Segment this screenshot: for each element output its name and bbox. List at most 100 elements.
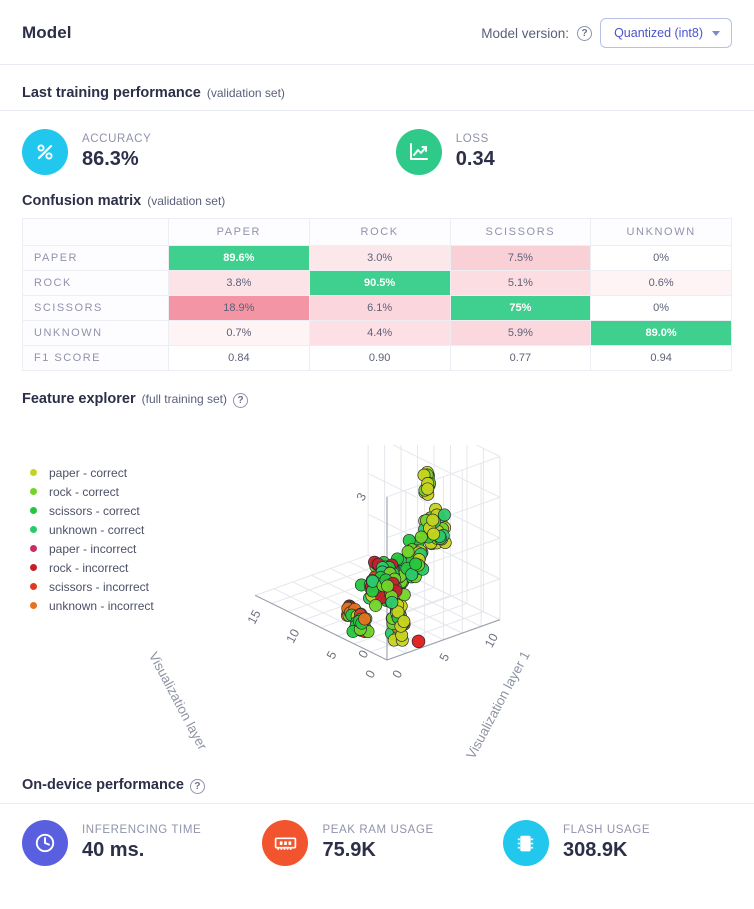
column-header: PAPER [168, 218, 310, 246]
scatter-point [381, 579, 395, 593]
metric-label: ACCURACY [82, 133, 152, 145]
page-header: Model Model version: ? Quantized (int8) [0, 0, 754, 64]
scatter-3d-canvas[interactable]: 0 5 10 15 0 5 10 0 3 Visualization layer Visualiza… [146, 391, 740, 775]
legend-item[interactable]: scissors - correct [26, 501, 154, 520]
chart-line-icon [395, 129, 442, 175]
matrix-cell: 0.7% [168, 320, 310, 346]
metric-value: 0.34 [455, 148, 495, 170]
training-metrics: ACCURACY 86.3% LOSS 0.34 [0, 111, 754, 193]
legend-item[interactable]: unknown - incorrect [26, 596, 154, 615]
column-header: SCISSORS [449, 218, 592, 246]
help-circle-icon[interactable]: ? [233, 393, 249, 408]
axis-tick-label: 5 [324, 649, 340, 662]
model-version-dropdown-value: Quantized (int8) [614, 26, 703, 40]
help-circle-icon[interactable]: ? [577, 25, 593, 41]
f1-score-cell: 0.84 [168, 345, 310, 371]
legend-item[interactable]: unknown - correct [26, 520, 154, 539]
legend-item[interactable]: scissors - incorrect [26, 577, 154, 596]
legend-item-label: unknown - incorrect [49, 598, 154, 613]
section-title: Feature explorer [22, 391, 136, 407]
legend-item-label: scissors - correct [49, 503, 140, 518]
legend-item[interactable]: paper - incorrect [26, 539, 154, 558]
section-subtitle: (validation set) [147, 194, 226, 208]
section-title: On-device performance [22, 777, 184, 793]
axis-tick-label: 10 [482, 631, 501, 650]
matrix-cell: 5.9% [449, 320, 592, 346]
legend-item-label: paper - correct [49, 465, 128, 480]
table-row: UNKNOWN 0.7% 4.4% 5.9% 89.0% [22, 320, 732, 346]
matrix-cell: 89.0% [590, 320, 732, 346]
model-version-dropdown[interactable]: Quantized (int8) [600, 18, 732, 48]
legend-color-dot-icon [30, 507, 37, 514]
matrix-cell: 18.9% [168, 295, 310, 321]
legend-color-dot-icon [30, 488, 37, 495]
legend-item-label: paper - incorrect [49, 541, 137, 556]
legend-item-label: unknown - correct [49, 522, 145, 537]
matrix-cell: 0% [590, 295, 732, 321]
confusion-matrix-heading: Confusion matrix (validation set) [0, 193, 754, 218]
y-axis-title: Visualization layer 1 [463, 648, 533, 761]
axis-tick-label: 3 [354, 491, 370, 504]
metric-inferencing-time: INFERENCING TIME 40 ms. [22, 820, 262, 866]
axis-tick-label: 5 [437, 651, 453, 664]
feature-explorer: paper - correct rock - correct scissors - … [0, 391, 754, 777]
scatter-point [358, 612, 372, 626]
scatter-point [427, 527, 441, 541]
matrix-cell: 90.5% [308, 270, 451, 296]
axis-tick-label: 15 [245, 608, 264, 627]
scatter-point [426, 513, 440, 527]
legend-item-label: scissors - incorrect [49, 579, 150, 594]
metric-label: PEAK RAM USAGE [322, 824, 434, 836]
feature-explorer-legend: paper - correct rock - correct scissors - … [26, 463, 154, 615]
table-head: PAPER ROCK SCISSORS UNKNOWN [22, 218, 732, 246]
section-title: Last training performance [22, 85, 201, 101]
legend-color-dot-icon [30, 526, 37, 533]
training-performance-heading: Last training performance (validation se… [0, 65, 754, 110]
scatter-point [411, 634, 426, 649]
matrix-cell: 5.1% [449, 270, 592, 296]
legend-color-dot-icon [30, 564, 37, 571]
matrix-cell: 0.6% [590, 270, 732, 296]
clock-icon [22, 820, 68, 866]
metric-flash-usage: FLASH USAGE 308.9K [502, 820, 732, 866]
f1-score-cell: 0.90 [308, 345, 451, 371]
section-subtitle: (full training set) [141, 392, 228, 406]
help-circle-icon[interactable]: ? [189, 779, 205, 794]
scatter-point [397, 614, 411, 628]
legend-item[interactable]: rock - incorrect [26, 558, 154, 577]
legend-item-label: rock - incorrect [49, 560, 129, 575]
confusion-matrix-wrap: PAPER ROCK SCISSORS UNKNOWN PAPER 89.6% 3.… [0, 218, 754, 371]
ondevice-metrics: INFERENCING TIME 40 ms. PEAK RAM USAGE 7… [0, 804, 754, 882]
axis-tick-label: 0 [363, 668, 379, 681]
legend-color-dot-icon [30, 583, 37, 590]
chevron-down-icon [712, 30, 720, 36]
row-header: SCISSORS [22, 295, 169, 321]
metric-value: 308.9K [562, 839, 628, 861]
matrix-cell: 0% [590, 245, 732, 271]
scatter-point [369, 599, 383, 612]
matrix-cell: 6.1% [308, 295, 451, 321]
matrix-cell: 89.6% [168, 245, 310, 271]
metric-value: 40 ms. [82, 839, 145, 861]
table-row: SCISSORS 18.9% 6.1% 75% 0% [22, 295, 732, 321]
f1-score-cell: 0.94 [590, 345, 732, 371]
table-header-row: PAPER ROCK SCISSORS UNKNOWN [22, 218, 732, 246]
metric-label: LOSS [455, 133, 489, 145]
model-version-control: Model version: ? Quantized (int8) [481, 18, 732, 48]
matrix-cell: 4.4% [308, 320, 451, 346]
scatter-point [437, 508, 451, 522]
legend-item-label: rock - correct [49, 484, 120, 499]
legend-item[interactable]: rock - correct [26, 482, 154, 501]
feature-explorer-plot[interactable]: 0 5 10 15 0 5 10 0 3 Visualization layer Visualiza… [146, 391, 740, 775]
axis-tick-label: 0 [390, 668, 406, 681]
matrix-cell: 7.5% [449, 245, 592, 271]
metric-label: INFERENCING TIME [82, 824, 202, 836]
legend-color-dot-icon [30, 545, 37, 552]
microchip-icon [502, 820, 549, 866]
legend-color-dot-icon [30, 602, 37, 609]
legend-item[interactable]: paper - correct [26, 463, 154, 482]
metric-peak-ram-usage: PEAK RAM USAGE 75.9K [262, 820, 502, 866]
metric-value: 86.3% [82, 148, 139, 170]
percent-icon [22, 129, 68, 175]
ondevice-heading: On-device performance ? [0, 777, 754, 803]
